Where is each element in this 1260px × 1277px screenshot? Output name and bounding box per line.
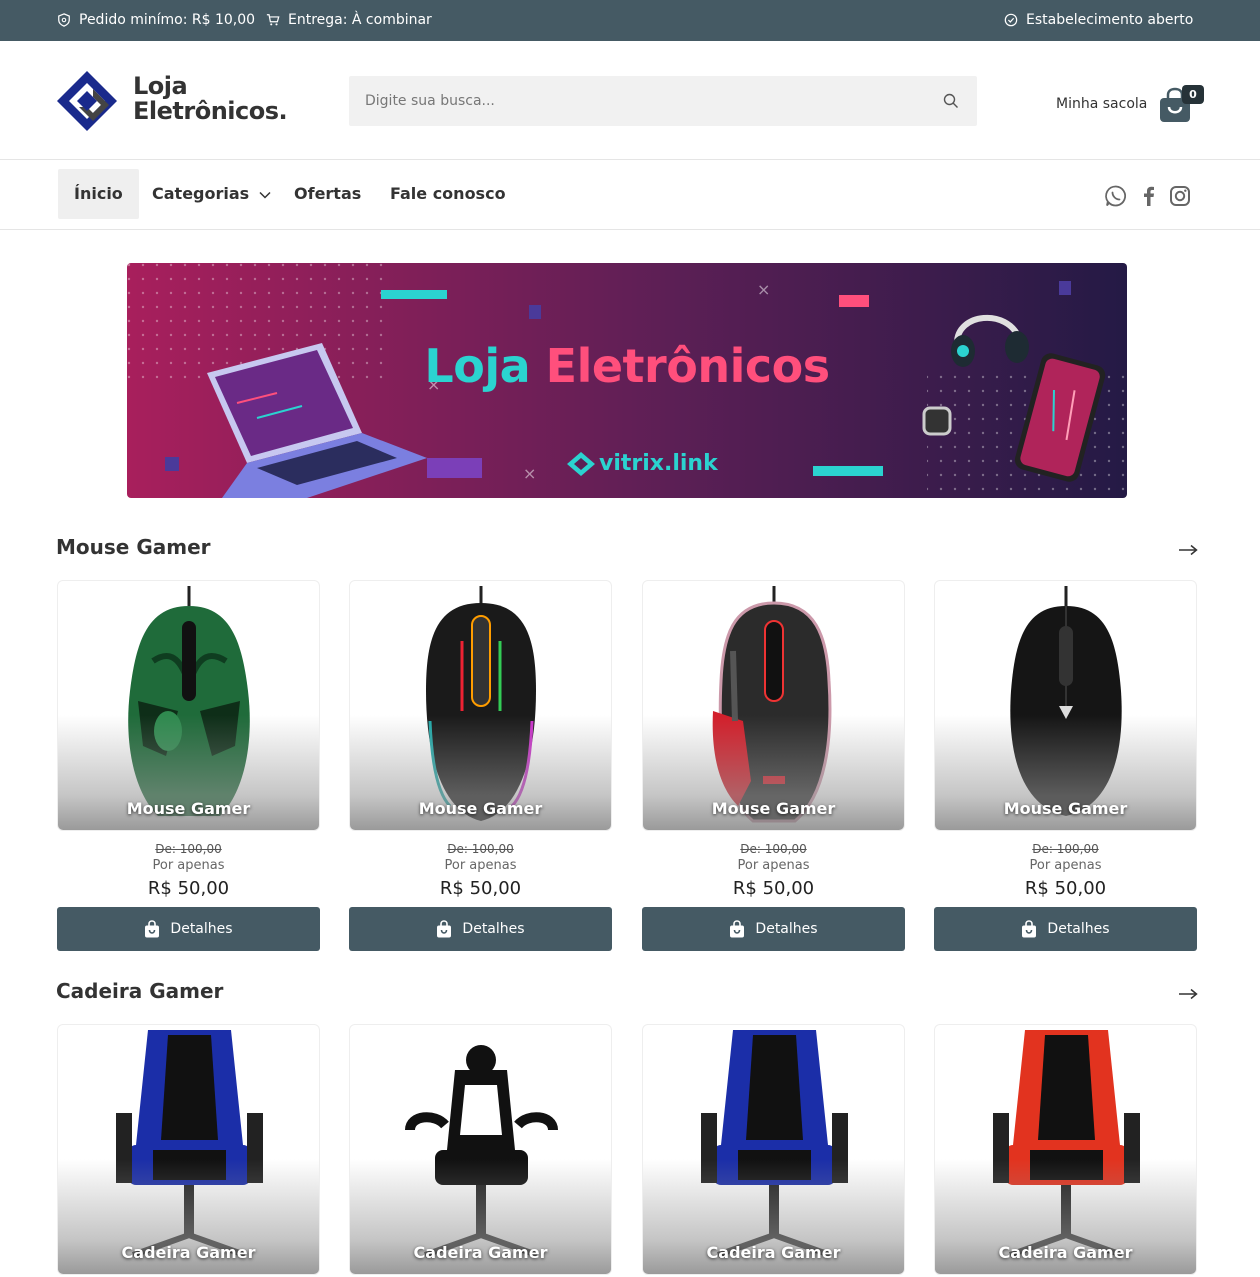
product-name: Cadeira Gamer [413, 1243, 548, 1262]
details-button[interactable]: Detalhes [642, 907, 905, 951]
product-image[interactable]: Cadeira Gamer [934, 1024, 1197, 1275]
min-order-text: Pedido minímo: R$ 10,00 [79, 12, 256, 28]
bag-label[interactable]: Minha sacola [1056, 96, 1147, 112]
price-caption: Por apenas [1029, 858, 1102, 873]
section-title-cadeira: Cadeira Gamer [56, 979, 224, 1003]
shopping-bag-icon [1022, 920, 1037, 938]
vitrix-logo-icon [567, 451, 595, 476]
product-image[interactable]: Mouse Gamer [57, 580, 320, 831]
nav-fale-conosco[interactable]: Fale conosco [390, 169, 506, 219]
price: R$ 50,00 [732, 878, 815, 899]
section-title-mouse: Mouse Gamer [56, 535, 211, 559]
search-icon[interactable] [943, 93, 959, 109]
nav-inicio[interactable]: Ínicio [58, 169, 139, 219]
main-nav: Ínicio Categorias Ofertas Fale conosco [0, 160, 1260, 230]
banner-title: Loja Eletrônicos [127, 339, 1127, 393]
banner-brand: vitrix.link [567, 451, 718, 476]
shopping-bag-icon [730, 920, 745, 938]
old-price: De: 100,00 [155, 842, 222, 856]
nav-categorias[interactable]: Categorias [152, 169, 271, 219]
search-input[interactable] [349, 76, 929, 126]
svg-text:×: × [757, 280, 770, 299]
product-image[interactable]: Cadeira Gamer [642, 1024, 905, 1275]
arrow-right-icon[interactable] [1178, 988, 1198, 1000]
product-name: Cadeira Gamer [998, 1243, 1133, 1262]
details-button-label: Detalhes [755, 921, 818, 937]
product-image[interactable]: Mouse Gamer [642, 580, 905, 831]
product-image[interactable]: Mouse Gamer [349, 580, 612, 831]
price-caption: Por apenas [444, 858, 517, 873]
logo-line-2: Eletrônicos. [133, 97, 288, 125]
bag-count-badge: 0 [1182, 85, 1204, 104]
details-button-label: Detalhes [170, 921, 233, 937]
price-caption: Por apenas [152, 858, 225, 873]
product-image[interactable]: Cadeira Gamer [349, 1024, 612, 1275]
whatsapp-icon[interactable] [1104, 184, 1128, 208]
top-info-bar: Pedido minímo: R$ 10,00 Entrega: À combi… [0, 0, 1260, 41]
product-name: Cadeira Gamer [706, 1243, 841, 1262]
shopping-bag-icon [145, 920, 160, 938]
price: R$ 50,00 [439, 878, 522, 899]
details-button-label: Detalhes [462, 921, 525, 937]
logo-line-1: Loja [133, 72, 188, 100]
delivery-info: Entrega: À combinar [266, 12, 432, 28]
details-button[interactable]: Detalhes [57, 907, 320, 951]
nav-categorias-label: Categorias [152, 184, 250, 203]
hero-banner[interactable]: × × × Loja Eletrônicos vitrix.link [127, 263, 1127, 498]
product-name: Cadeira Gamer [121, 1243, 256, 1262]
delivery-text: Entrega: À combinar [288, 12, 432, 28]
banner-brand-text: vitrix.link [599, 451, 718, 476]
price: R$ 50,00 [147, 878, 230, 899]
svg-text:×: × [523, 464, 536, 483]
chevron-down-icon [259, 191, 271, 199]
product-image[interactable]: Mouse Gamer [934, 580, 1197, 831]
min-order-info: Pedido minímo: R$ 10,00 [57, 12, 255, 28]
check-circle-icon [1004, 13, 1018, 27]
price-caption: Por apenas [737, 858, 810, 873]
banner-title-part2: Eletrônicos [545, 339, 830, 393]
arrow-right-icon[interactable] [1178, 544, 1198, 556]
shopping-bag-icon [437, 920, 452, 938]
product-name: Mouse Gamer [1003, 799, 1128, 818]
details-button-label: Detalhes [1047, 921, 1110, 937]
details-button[interactable]: Detalhes [349, 907, 612, 951]
instagram-icon[interactable] [1168, 184, 1192, 208]
cart-icon [266, 14, 280, 26]
logo-text[interactable]: Loja Eletrônicos. [133, 72, 288, 125]
logo-icon[interactable] [57, 71, 117, 131]
details-button[interactable]: Detalhes [934, 907, 1197, 951]
search-bar [349, 76, 977, 126]
product-name: Mouse Gamer [711, 799, 836, 818]
old-price: De: 100,00 [740, 842, 807, 856]
nav-ofertas[interactable]: Ofertas [294, 169, 361, 219]
store-status-text: Estabelecimento aberto [1026, 12, 1194, 28]
shield-icon [58, 13, 70, 27]
product-name: Mouse Gamer [126, 799, 251, 818]
store-status: Estabelecimento aberto [1004, 12, 1193, 28]
product-image[interactable]: Cadeira Gamer [57, 1024, 320, 1275]
banner-title-part1: Loja [424, 339, 531, 393]
old-price: De: 100,00 [1032, 842, 1099, 856]
product-name: Mouse Gamer [418, 799, 543, 818]
price: R$ 50,00 [1024, 878, 1107, 899]
site-header: Loja Eletrônicos. Minha sacola 0 [0, 41, 1260, 160]
facebook-icon[interactable] [1137, 184, 1161, 208]
old-price: De: 100,00 [447, 842, 514, 856]
